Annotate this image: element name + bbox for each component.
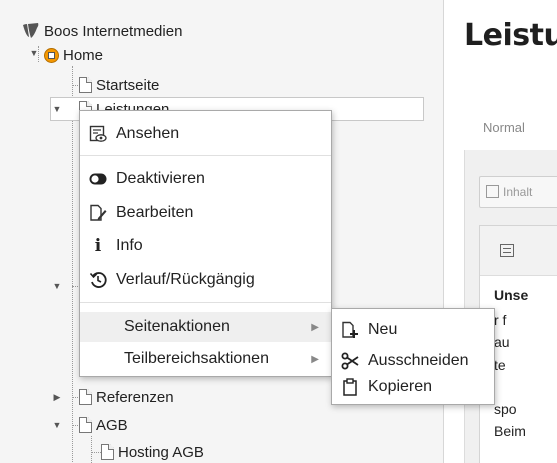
menu-item-view[interactable]: Ansehen xyxy=(80,119,331,149)
page-icon xyxy=(79,417,92,433)
tree-root[interactable]: Boos Internetmedien xyxy=(22,20,182,42)
submenu-arrow-icon: ▶ xyxy=(311,353,319,365)
submenu-arrow-icon: ▶ xyxy=(311,321,319,333)
history-icon xyxy=(80,271,116,289)
card-text-line: Unse xyxy=(494,287,529,303)
card-text-line: Beim xyxy=(494,423,526,439)
toggle-icon xyxy=(80,173,116,185)
card-text-line: r f xyxy=(494,312,507,328)
tree-connector xyxy=(72,66,73,462)
menu-item-label: Info xyxy=(116,237,143,254)
expand-referenzen-toggle[interactable]: ▶ xyxy=(52,392,62,403)
menu-item-label: Kopieren xyxy=(368,378,433,395)
tree-node-label: Referenzen xyxy=(96,388,174,406)
view-icon xyxy=(80,125,116,143)
context-menu: Ansehen Deaktivieren Bearbeiten i Info V… xyxy=(79,110,332,377)
menu-item-label: Bearbeiten xyxy=(116,204,194,221)
menu-item-label: Ausschneiden xyxy=(368,352,469,369)
tree-node-label: Startseite xyxy=(96,76,160,94)
tab-normal[interactable]: Normal xyxy=(483,120,525,135)
tree-connector xyxy=(91,452,101,453)
tree-node-home[interactable]: Home xyxy=(44,44,103,66)
edit-icon xyxy=(80,204,116,222)
info-icon: i xyxy=(94,236,102,256)
home-page-icon xyxy=(44,47,59,63)
new-content-button[interactable]: Inhalt xyxy=(479,176,557,208)
new-content-label: Inhalt xyxy=(503,185,533,199)
submenu-item-new[interactable]: Neu xyxy=(332,315,494,345)
typo3-logo-icon xyxy=(23,23,39,38)
submenu-item-copy[interactable]: Kopieren xyxy=(332,372,494,402)
menu-item-history[interactable]: Verlauf/Rückgängig xyxy=(80,265,331,295)
tree-root-label: Boos Internetmedien xyxy=(44,22,183,40)
menu-item-page-actions[interactable]: Seitenaktionen ▶ xyxy=(80,312,331,342)
menu-item-label: Verlauf/Rückgängig xyxy=(116,271,255,288)
menu-item-edit[interactable]: Bearbeiten xyxy=(80,198,331,228)
clipboard-icon xyxy=(332,378,368,396)
menu-divider xyxy=(80,155,331,156)
page-icon xyxy=(101,444,114,460)
tree-node-agb[interactable]: AGB xyxy=(79,414,128,436)
text-element-icon xyxy=(500,244,514,257)
tree-node-label: AGB xyxy=(96,416,128,434)
page-title: Leistungen xyxy=(464,18,557,53)
page-icon xyxy=(79,389,92,405)
menu-item-info[interactable]: i Info xyxy=(80,231,331,261)
menu-item-label: Seitenaktionen xyxy=(124,318,230,335)
menu-item-section-actions[interactable]: Teilbereichsaktionen ▶ xyxy=(80,344,331,374)
expand-home-toggle[interactable]: ▼ xyxy=(29,48,39,58)
new-page-icon xyxy=(332,321,368,339)
card-header xyxy=(480,226,557,276)
tree-node-label: Home xyxy=(63,46,104,64)
card-text-line: te xyxy=(494,357,506,373)
page-actions-submenu: Neu Ausschneiden Kopieren xyxy=(331,308,495,405)
expand-leistungen-toggle[interactable]: ▼ xyxy=(52,104,62,114)
menu-item-label: Ansehen xyxy=(116,125,180,142)
menu-item-label: Deaktivieren xyxy=(116,170,205,187)
menu-item-label: Neu xyxy=(368,321,398,338)
tree-node-referenzen[interactable]: Referenzen xyxy=(79,386,174,408)
card-text-line: au xyxy=(494,334,510,350)
menu-item-label: Teilbereichsaktionen xyxy=(124,350,269,367)
tree-node-startseite[interactable]: Startseite xyxy=(79,74,159,96)
menu-divider xyxy=(80,302,331,303)
page-icon xyxy=(79,77,92,93)
expand-toggle[interactable]: ▼ xyxy=(52,281,62,291)
tree-node-label: Hosting AGB xyxy=(118,443,204,461)
add-content-icon xyxy=(486,185,499,198)
scissors-icon xyxy=(332,352,368,370)
tree-node-hosting-agb[interactable]: Hosting AGB xyxy=(101,441,204,463)
expand-agb-toggle[interactable]: ▼ xyxy=(52,420,62,430)
menu-item-deactivate[interactable]: Deaktivieren xyxy=(80,164,331,194)
card-text-line: spo xyxy=(494,401,517,417)
tree-connector xyxy=(91,436,92,463)
